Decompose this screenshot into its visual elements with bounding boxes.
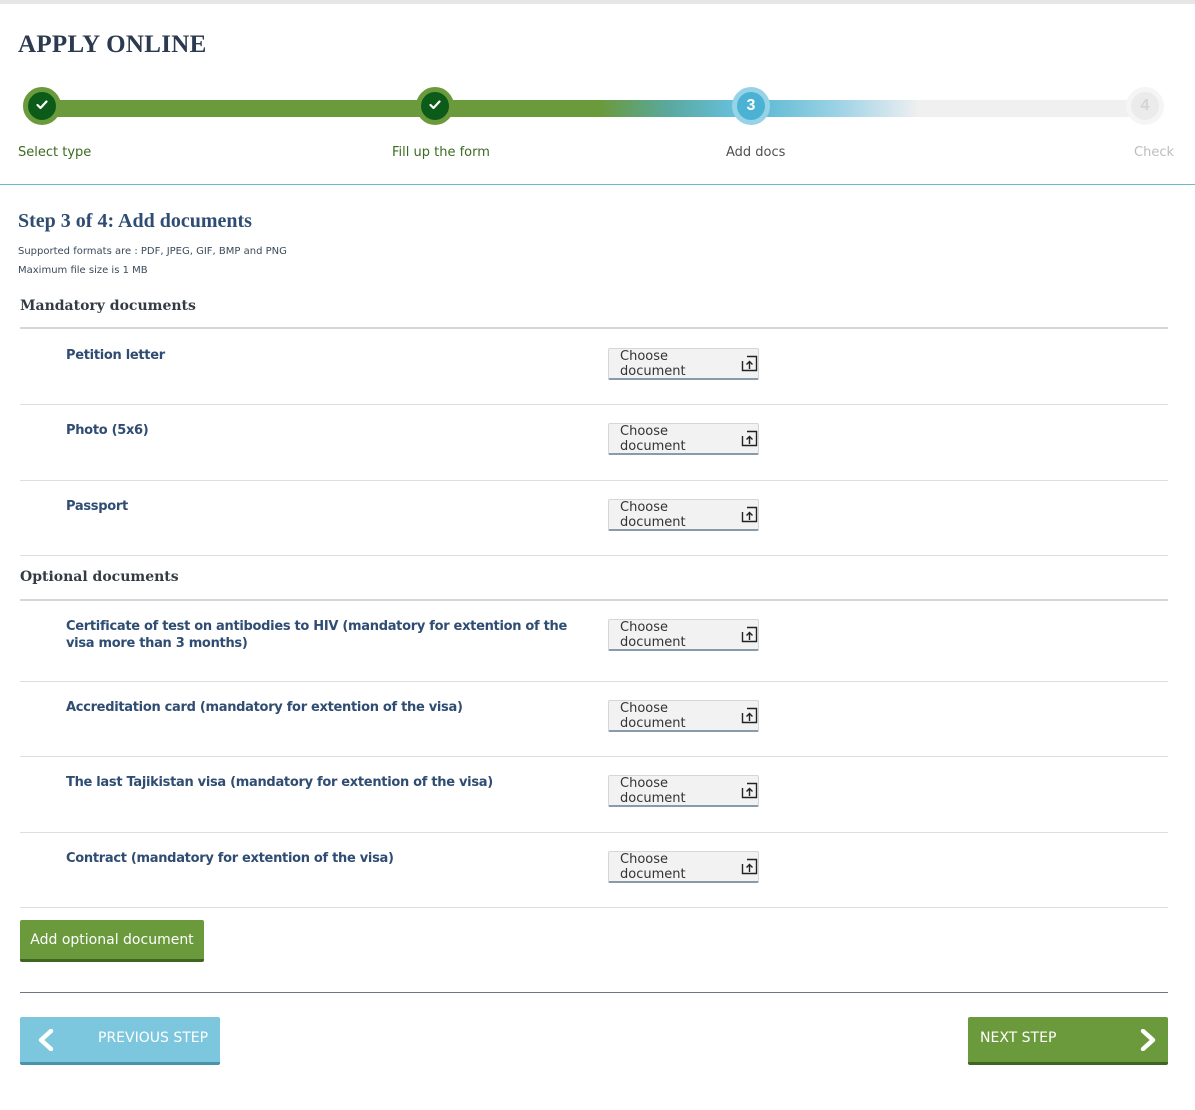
choose-document-button[interactable]: Choose document <box>608 775 759 807</box>
upload-icon <box>741 858 758 875</box>
top-strip <box>0 0 1195 4</box>
choose-document-label: Choose document <box>620 619 686 650</box>
upload-icon <box>741 506 758 523</box>
step-title: Step 3 of 4: Add documents <box>18 210 252 232</box>
progress-track <box>40 100 1145 117</box>
row-divider <box>20 756 1168 757</box>
header-divider <box>0 184 1195 185</box>
document-label-accreditation-card: Accreditation card (mandatory for extent… <box>66 700 463 715</box>
row-divider <box>20 480 1168 481</box>
next-step-label: NEXT STEP <box>980 1030 1057 1046</box>
document-label-hiv-certificate: Certificate of test on antibodies to HIV… <box>66 619 568 651</box>
chevron-left-icon <box>36 1028 56 1055</box>
choose-document-label: Choose document <box>620 348 686 379</box>
document-label-photo: Photo (5x6) <box>66 423 149 438</box>
choose-document-button[interactable]: Choose document <box>608 619 759 651</box>
progress-step-1 <box>23 87 61 125</box>
check-icon <box>429 97 441 115</box>
row-divider <box>20 832 1168 833</box>
optional-documents-title: Optional documents <box>20 569 179 585</box>
document-label-last-visa: The last Tajikistan visa (mandatory for … <box>66 775 493 790</box>
upload-icon <box>741 782 758 799</box>
supported-formats-text: Supported formats are : PDF, JPEG, GIF, … <box>18 246 287 257</box>
row-divider <box>20 555 1168 556</box>
add-optional-document-button[interactable]: Add optional document <box>20 920 204 962</box>
mandatory-documents-title: Mandatory documents <box>20 298 196 314</box>
upload-icon <box>741 355 758 372</box>
choose-document-label: Choose document <box>620 700 686 731</box>
upload-icon <box>741 626 758 643</box>
upload-icon <box>741 707 758 724</box>
choose-document-button[interactable]: Choose document <box>608 348 759 380</box>
progress-step-label: Add docs <box>726 145 786 160</box>
section-divider <box>20 599 1168 601</box>
progress-step-4: 4 <box>1126 87 1164 125</box>
chevron-right-icon <box>1138 1028 1158 1055</box>
progress-step-number: 4 <box>1140 97 1150 114</box>
progress-step-label: Check <box>1134 145 1174 160</box>
progress-step-number: 3 <box>746 97 756 114</box>
max-file-size-text: Maximum file size is 1 MB <box>18 265 148 276</box>
choose-document-button[interactable]: Choose document <box>608 700 759 732</box>
choose-document-label: Choose document <box>620 499 686 530</box>
row-divider <box>20 907 1168 908</box>
choose-document-button[interactable]: Choose document <box>608 499 759 531</box>
choose-document-label: Choose document <box>620 423 686 454</box>
document-label-contract: Contract (mandatory for extention of the… <box>66 851 394 866</box>
next-step-button[interactable]: NEXT STEP <box>968 1017 1168 1065</box>
document-label-petition-letter: Petition letter <box>66 348 165 363</box>
upload-icon <box>741 430 758 447</box>
section-divider <box>20 327 1168 329</box>
row-divider <box>20 404 1168 405</box>
document-label-passport: Passport <box>66 499 128 514</box>
previous-step-button[interactable]: PREVIOUS STEP <box>20 1017 220 1065</box>
choose-document-button[interactable]: Choose document <box>608 423 759 455</box>
progress-step-3: 3 <box>732 87 770 125</box>
previous-step-label: PREVIOUS STEP <box>98 1030 209 1046</box>
choose-document-label: Choose document <box>620 851 686 882</box>
choose-document-label: Choose document <box>620 775 686 806</box>
progress-step-label: Select type <box>18 145 92 160</box>
choose-document-button[interactable]: Choose document <box>608 851 759 883</box>
progress-step-label: Fill up the form <box>392 145 490 160</box>
progress-step-2 <box>416 87 454 125</box>
footer-divider <box>20 992 1168 993</box>
check-icon <box>36 97 48 115</box>
page-title: APPLY ONLINE <box>18 31 207 58</box>
row-divider <box>20 681 1168 682</box>
